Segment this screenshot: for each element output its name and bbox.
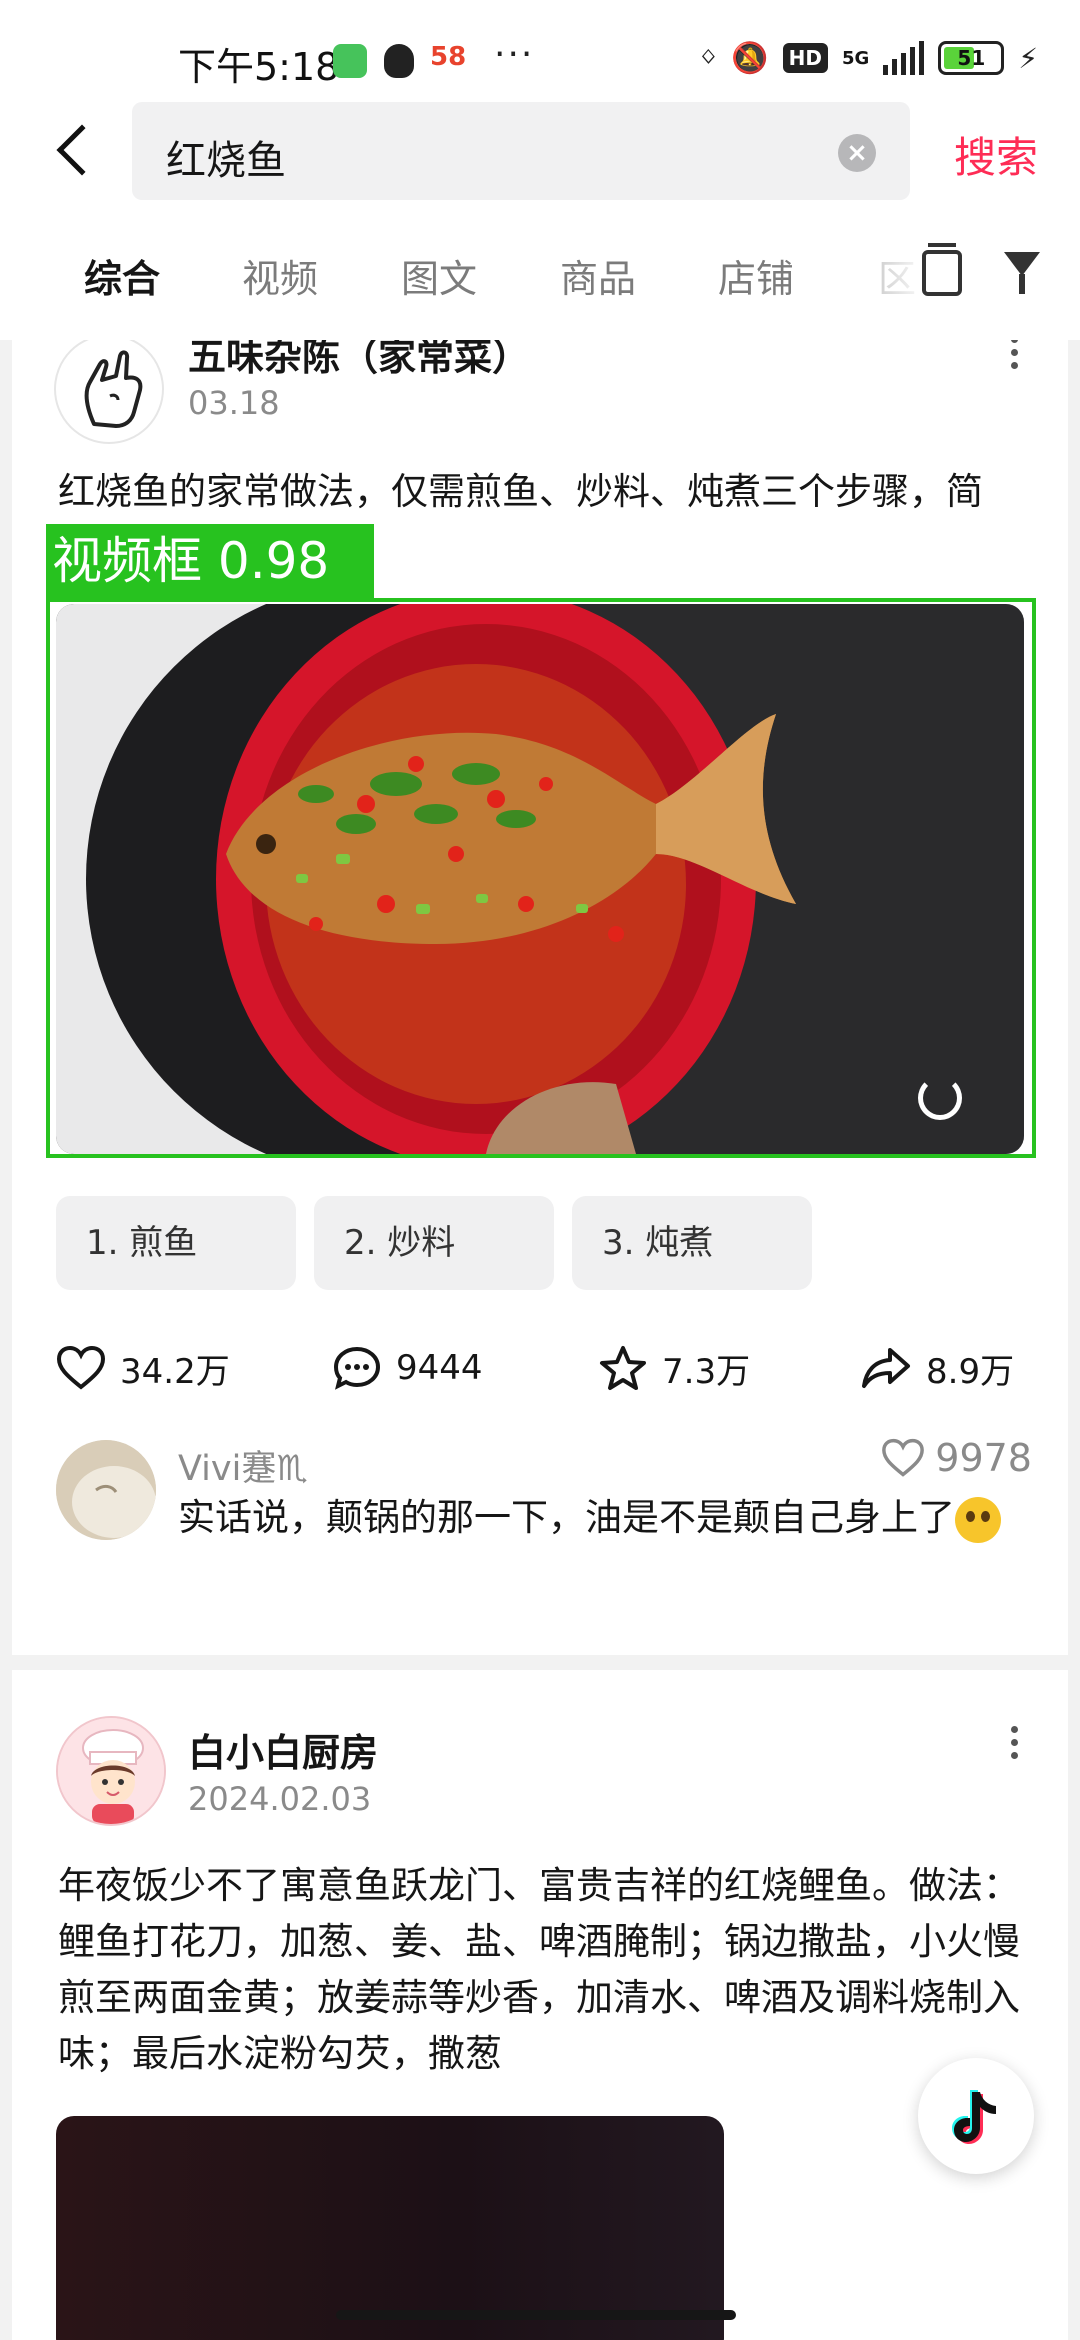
heart-icon	[882, 1438, 925, 1477]
share-arrow-icon	[862, 1348, 910, 1388]
chapter-chip[interactable]: 3. 炖煮	[572, 1196, 812, 1290]
bluetooth-icon: ᛜ	[699, 40, 718, 76]
post-card[interactable]: 白小白厨房 2024.02.03 年夜饭少不了寓意鱼跃龙门、富贵吉祥的红烧鲤鱼。…	[12, 1670, 1068, 2340]
favorite-count: 7.3万	[662, 1351, 751, 1392]
comment-icon	[333, 1346, 381, 1390]
favorite-button[interactable]: 7.3万	[598, 1338, 750, 1398]
signal-icon	[883, 41, 925, 75]
tab-shops[interactable]: 店铺	[718, 248, 794, 303]
hand-gesture-icon	[84, 350, 143, 428]
avatar[interactable]	[56, 1716, 166, 1826]
tab-video[interactable]: 视频	[242, 248, 318, 303]
heart-icon	[56, 1345, 106, 1390]
charging-icon: ⚡	[1018, 41, 1038, 75]
tab-products[interactable]: 商品	[560, 248, 636, 303]
author-name[interactable]: 白小白厨房	[188, 1722, 378, 1777]
more-options-button[interactable]	[1004, 1720, 1024, 1780]
home-indicator[interactable]	[336, 2310, 736, 2320]
clear-search-icon[interactable]: ×	[838, 134, 876, 172]
comment-count: 9444	[396, 1348, 483, 1388]
commenter-name[interactable]: Vivi蹇♏	[178, 1440, 308, 1491]
video-thumbnail[interactable]	[56, 2116, 724, 2340]
comment-like-count: 9978	[935, 1436, 1032, 1480]
chef-avatar-icon	[58, 1718, 164, 1824]
more-options-button[interactable]	[1004, 340, 1024, 390]
detection-box	[46, 598, 1036, 1158]
commenter-avatar[interactable]	[56, 1440, 156, 1540]
back-button[interactable]	[50, 118, 110, 188]
mute-icon: 🔕	[731, 40, 769, 76]
layout-toggle-icon[interactable]	[922, 243, 962, 296]
flushed-emoji-icon	[955, 1496, 1001, 1543]
search-header: 红烧鱼 × 搜索	[0, 100, 1080, 218]
status-bar: 下午5:18 58 ··· ᛜ 🔕 HD 5G 51 ⚡	[0, 0, 1080, 100]
like-count: 34.2万	[120, 1351, 230, 1392]
hd-icon: HD	[782, 43, 829, 73]
network-type: 5G	[842, 47, 870, 69]
music-note-icon	[952, 2090, 996, 2144]
qq-icon	[384, 44, 414, 78]
like-button[interactable]: 34.2万	[56, 1338, 230, 1398]
star-icon	[600, 1346, 646, 1390]
tab-image-text[interactable]: 图文	[401, 248, 477, 303]
post-card[interactable]: 五味杂陈（家常菜） 03.18 红烧鱼的家常做法，仅需煎鱼、炒料、炖煮三个步骤，…	[12, 340, 1068, 1655]
battery-icon: 51	[938, 41, 1005, 75]
chapter-chip[interactable]: 1. 煎鱼	[56, 1196, 296, 1290]
douyin-float-button[interactable]	[918, 2058, 1034, 2174]
more-notifications-icon: ···	[494, 34, 535, 75]
comment-button[interactable]: 9444	[332, 1338, 483, 1398]
post-caption[interactable]: 年夜饭少不了寓意鱼跃龙门、富贵吉祥的红烧鲤鱼。做法：鲤鱼打花刀，加葱、姜、盐、啤…	[58, 1858, 1028, 2082]
search-button[interactable]: 搜索	[954, 124, 1038, 185]
comment-like-button[interactable]: 9978	[881, 1436, 1032, 1480]
battery-level: 51	[957, 46, 986, 70]
comment-text[interactable]: 实话说，颠锅的那一下，油是不是颠自己身上了	[178, 1490, 1028, 1546]
search-query: 红烧鱼	[166, 138, 286, 184]
search-input[interactable]: 红烧鱼 ×	[132, 102, 910, 200]
filter-icon[interactable]	[1004, 252, 1040, 276]
search-tabs: 综合 视频 图文 商品 店铺 区	[0, 218, 1080, 340]
post-date: 2024.02.03	[188, 1780, 372, 1818]
chapter-chip[interactable]: 2. 炒料	[314, 1196, 554, 1290]
58-app-icon: 58	[430, 42, 467, 72]
author-name[interactable]: 五味杂陈（家常菜）	[188, 340, 530, 381]
detection-label: 视频框 0.98	[46, 524, 374, 598]
share-button[interactable]: 8.9万	[860, 1338, 1014, 1398]
tab-all[interactable]: 综合	[84, 248, 160, 303]
wechat-icon	[333, 44, 367, 78]
status-time: 下午5:18	[178, 45, 340, 89]
avatar[interactable]	[54, 340, 164, 444]
status-indicators: ᛜ 🔕 HD 5G 51 ⚡	[699, 38, 1038, 78]
post-date: 03.18	[188, 384, 280, 422]
back-arrow-icon	[56, 124, 108, 176]
share-count: 8.9万	[926, 1351, 1015, 1392]
